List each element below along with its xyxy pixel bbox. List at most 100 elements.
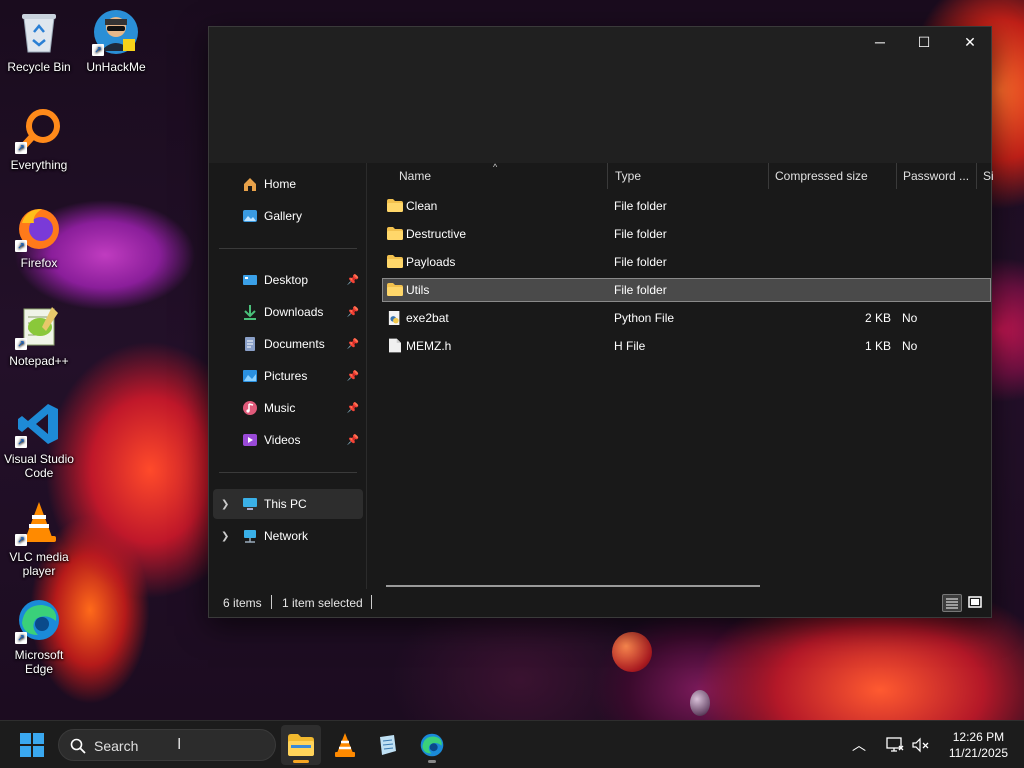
file-explorer-window: ─ ☐ ✕ Home Gallery Desktop 📌 Downloads 📌… [208,26,993,618]
taskbar-edge[interactable] [412,725,452,765]
file-row-payloads[interactable]: Payloads File folder [383,251,991,273]
details-view-button[interactable] [942,594,962,612]
sort-ascending-icon: ^ [493,163,498,172]
active-app-indicator [293,760,309,763]
minimize-button[interactable]: ─ [857,27,903,57]
nav-item-label: Gallery [264,209,303,223]
shortcut-arrow-icon: ↗ [92,44,104,56]
desktop-icon-label: Firefox [20,256,58,270]
documents-icon [245,337,255,351]
file-type: File folder [614,227,667,241]
folder-icon [387,227,403,240]
status-separator [271,595,272,609]
nav-item-gallery[interactable]: Gallery [213,201,363,231]
close-button[interactable]: ✕ [947,27,993,57]
column-header-name[interactable]: Name ^ [393,163,608,189]
nav-item-videos[interactable]: Videos 📌 [213,425,363,455]
details-view-icon [946,598,958,609]
horizontal-scrollbar[interactable] [386,585,760,587]
taskbar-file-explorer[interactable] [281,725,321,765]
file-name: Clean [406,199,438,213]
system-tray: ︿ [852,721,930,768]
shortcut-arrow-icon: ↗ [15,240,27,252]
nav-item-pictures[interactable]: Pictures 📌 [213,361,363,391]
desktop-icon-firefox[interactable]: ↗ Firefox [1,204,77,270]
everything-icon: ↗ [15,106,63,154]
desktop-icon-label: Microsoft Edge [14,648,64,676]
desktop-icon-recycle-bin[interactable]: Recycle Bin [1,8,77,74]
desktop-icon-vscode[interactable]: ↗ Visual Studio Code [1,400,77,480]
volume-muted-icon[interactable] [912,737,930,753]
pictures-icon [243,370,257,382]
edge-icon: ↗ [15,596,63,644]
network-status-icon[interactable] [886,737,904,753]
navigation-pane[interactable]: Home Gallery Desktop 📌 Downloads 📌 Docum… [209,163,367,589]
taskbar-notepad[interactable] [368,725,408,765]
this-pc-icon [243,498,257,510]
taskbar-clock[interactable]: 12:26 PM 11/21/2025 [949,729,1008,761]
file-name: MEMZ.h [406,339,452,353]
wallpaper-shape [690,690,710,716]
nav-item-home[interactable]: Home [213,169,363,199]
nav-item-label: Documents [264,337,325,351]
desktop-icon [243,275,257,285]
nav-item-this-pc[interactable]: ❯ This PC [213,489,363,519]
file-row-exe2bat[interactable]: exe2bat Python File 2 KB No [383,307,991,329]
status-bar: 6 items 1 item selected [209,589,991,617]
nav-item-network[interactable]: ❯ Network [213,521,363,551]
home-icon [244,178,256,191]
file-password: No [902,311,918,325]
unhackme-icon: ↗ [92,8,140,56]
taskbar: Search I ︿ 12:26 PM 11/21/2025 [0,720,1024,768]
pin-icon: 📌 [346,434,359,446]
pin-icon: 📌 [346,306,359,318]
search-placeholder: Search [94,738,139,754]
vscode-icon: ↗ [15,400,63,448]
file-row-memz-h[interactable]: MEMZ.h H File 1 KB No [383,335,991,357]
expand-chevron-icon[interactable]: ❯ [221,499,229,510]
text-cursor-icon: I [177,736,182,753]
file-row-utils[interactable]: Utils File folder [382,278,991,302]
file-name: Utils [406,283,430,297]
desktop-icon-label: Everything [10,158,68,172]
desktop-icon-everything[interactable]: ↗ Everything [1,106,77,172]
column-header-size[interactable]: Si [977,163,993,189]
tiles-view-button[interactable] [966,594,986,612]
nav-item-downloads[interactable]: Downloads 📌 [213,297,363,327]
nav-separator [219,472,357,473]
file-row-destructive[interactable]: Destructive File folder [383,223,991,245]
desktop-icon-unhackme[interactable]: ↗ UnHackMe [78,8,154,74]
taskbar-vlc[interactable] [325,725,365,765]
notepadpp-icon: ↗ [15,302,63,350]
maximize-button[interactable]: ☐ [901,27,947,57]
column-header-compressed-size[interactable]: Compressed size [769,163,897,189]
desktop-icon-vlc[interactable]: ↗ VLC media player [1,498,77,578]
nav-item-label: This PC [264,497,307,511]
file-name: exe2bat [406,311,449,325]
desktop-icon-notepadpp[interactable]: ↗ Notepad++ [1,302,77,368]
desktop-icon-label: UnHackMe [86,60,146,74]
window-titlebar[interactable]: ─ ☐ ✕ [209,27,991,163]
nav-item-desktop[interactable]: Desktop 📌 [213,265,363,295]
edge-icon [420,733,444,757]
taskbar-search-box[interactable]: Search I [58,729,276,761]
network-icon [244,530,256,543]
clock-time: 12:26 PM [952,730,1005,744]
expand-chevron-icon[interactable]: ❯ [221,531,229,542]
desktop-icon-label: Recycle Bin [7,60,71,74]
file-compressed-size: 2 KB [865,311,892,325]
nav-item-documents[interactable]: Documents 📌 [213,329,363,359]
notepad-icon [380,735,396,755]
file-list-pane[interactable]: Name ^ Type Compressed size Password ...… [368,163,993,589]
file-password: No [902,339,918,353]
nav-item-music[interactable]: Music 📌 [213,393,363,423]
videos-icon [243,434,257,446]
column-header-type[interactable]: Type [609,163,769,189]
gallery-icon [243,210,257,222]
desktop-icon-edge[interactable]: ↗ Microsoft Edge [1,596,77,676]
start-button[interactable] [20,733,44,757]
column-header-password[interactable]: Password ... [897,163,977,189]
status-separator [371,595,372,609]
show-hidden-icons-chevron-icon[interactable]: ︿ [852,735,866,755]
file-row-clean[interactable]: Clean File folder [383,195,991,217]
